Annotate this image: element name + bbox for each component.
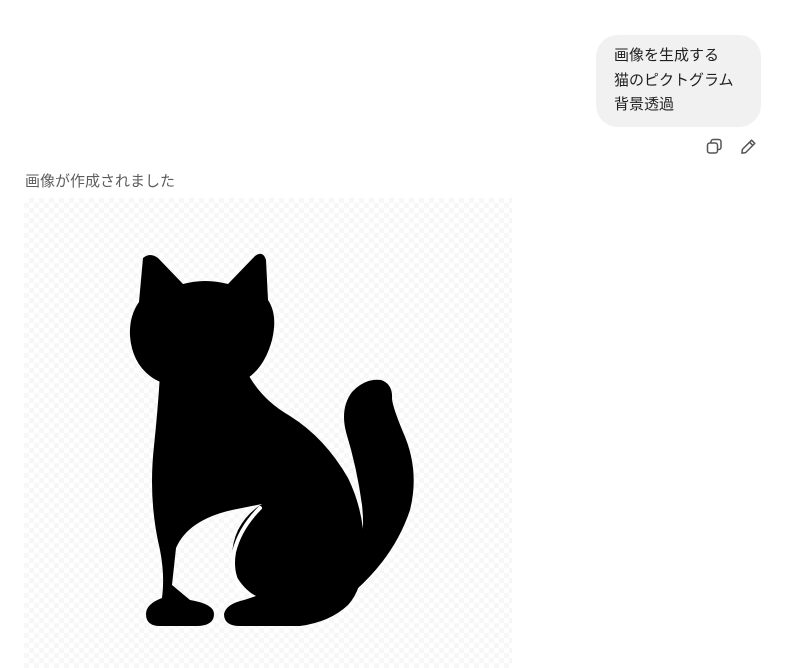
user-message-bubble: 画像を生成する 猫のピクトグラム 背景透過: [596, 35, 761, 127]
user-message-line-3: 背景透過: [614, 95, 675, 113]
message-actions: [704, 136, 758, 156]
user-message-line-1: 画像を生成する: [614, 46, 720, 64]
copy-button[interactable]: [704, 136, 724, 156]
user-message-line-2: 猫のピクトグラム: [614, 70, 734, 89]
chat-page: 画像を生成する 猫のピクトグラム 背景透過 画像が作成されました: [0, 0, 795, 668]
edit-button[interactable]: [738, 136, 758, 156]
cat-pictogram: [129, 253, 414, 626]
image-created-status: 画像が作成されました: [25, 172, 176, 190]
pencil-icon: [740, 138, 756, 154]
generated-image[interactable]: [24, 198, 512, 668]
copy-icon: [706, 138, 722, 154]
